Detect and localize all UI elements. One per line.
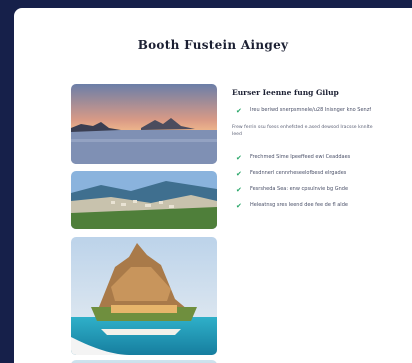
section-description: Frew ferrin ssu fsess enhefsted e.ased d…	[232, 125, 373, 137]
island-temple-resort-photo[interactable]	[71, 237, 217, 355]
feature-item: ✔ Fesrsheda Sea: enw cpsulnvie bg Gnde	[236, 186, 396, 194]
content-card: Booth Fustein Aingey Eurser Ieenne fung …	[14, 8, 412, 363]
feature-item: ✔ Frechmed Sime Ipeeffeed ewi Ceaddaes	[236, 154, 396, 162]
section-heading: Eurser Ieenne fung Gilup	[232, 88, 339, 97]
coastal-town-photo[interactable]	[71, 171, 217, 229]
feature-text: Fesdnnerl cennrheseelofbesd elrgades	[250, 170, 347, 176]
intro-check-text: Ireu beriwd snerpsmnele/u28 Inisnger kno…	[250, 107, 372, 113]
feature-item: ✔ Heleatnsg sres Ieend dee fee de fl ald…	[236, 202, 396, 210]
intro-check-item: ✔ Ireu beriwd snerpsmnele/u28 Inisnger k…	[236, 107, 396, 115]
feature-text: Fesrsheda Sea: enw cpsulnvie bg Gnde	[250, 186, 349, 192]
feature-text: Frechmed Sime Ipeeffeed ewi Ceaddaes	[250, 154, 351, 160]
sunset-lake-photo[interactable]	[71, 84, 217, 164]
feature-item: ✔ Fesdnnerl cennrheseelofbesd elrgades	[236, 170, 396, 178]
check-icon: ✔	[236, 170, 242, 178]
check-icon: ✔	[236, 154, 242, 162]
feature-text: Heleatnsg sres Ieend dee fee de fl alde	[250, 202, 348, 208]
check-icon: ✔	[236, 107, 242, 115]
check-icon: ✔	[236, 202, 242, 210]
page-title: Booth Fustein Aingey	[137, 38, 289, 52]
check-icon: ✔	[236, 186, 242, 194]
